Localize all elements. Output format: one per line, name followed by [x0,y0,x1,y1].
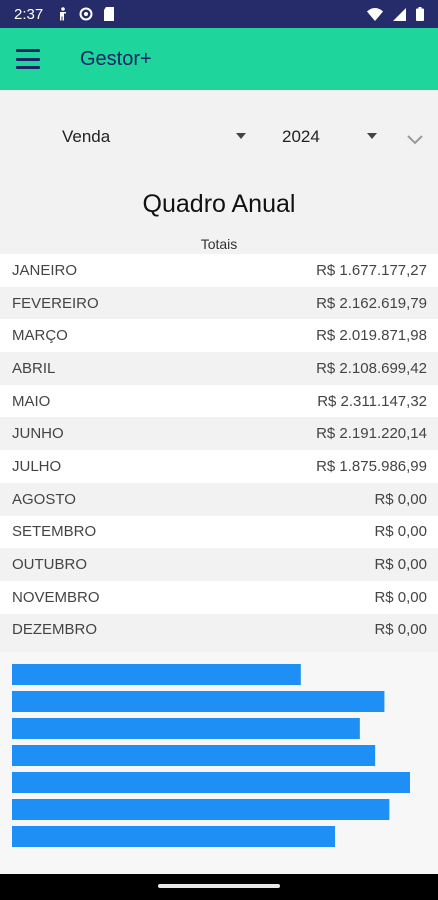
month-total: R$ 2.019.871,98 [316,327,427,345]
page-title: Quadro Anual [142,190,296,218]
chevron-down-icon[interactable] [404,128,426,150]
monthly-bar-chart [0,652,438,874]
month-total: R$ 2.191.220,14 [316,425,427,443]
table-row: NOVEMBRO R$ 0,00 [0,580,438,614]
year-dropdown-value: 2024 [282,127,320,146]
month-name: DEZEMBRO [12,621,98,639]
table-row: JUNHO R$ 2.191.220,14 [0,417,438,451]
month-total: R$ 2.162.619,79 [316,294,427,312]
table-header-totals: Totais [200,236,238,252]
bar-maio [12,772,410,793]
app-bar: Gestor+ [0,28,438,90]
year-dropdown[interactable]: 2024 [282,122,377,152]
month-name: NOVEMBRO [12,588,100,606]
month-total: R$ 0,00 [374,490,427,508]
bar-junho [12,799,390,820]
month-name: JULHO [12,457,62,475]
table-row: AGOSTO R$ 0,00 [0,482,438,516]
signal-icon [393,7,406,21]
month-total: R$ 2.311.147,32 [317,392,427,410]
month-total: R$ 0,00 [374,556,427,574]
monthly-totals-table: JANEIRO R$ 1.677.177,27 FEVEREIRO R$ 2.162.… [0,254,438,647]
table-row: OUTUBRO R$ 0,00 [0,548,438,581]
month-total: R$ 2.108.699,42 [316,359,427,377]
type-dropdown-value: Venda [62,127,111,146]
month-total: R$ 1.677.177,27 [316,261,427,279]
month-name: ABRIL [12,359,56,377]
table-row: ABRIL R$ 2.108.699,42 [0,352,438,385]
bar-chart-svg [12,664,410,847]
accessibility-icon [60,7,67,21]
filters: Venda 2024 [0,110,438,166]
bar-fevereiro [12,691,385,712]
month-name: MAIO [12,392,51,410]
bar-março [12,718,360,739]
month-total: R$ 1.875.986,99 [316,457,427,475]
home-gesture-handle[interactable] [158,884,280,888]
month-name: OUTUBRO [12,556,87,574]
dropdown-caret-icon [367,133,377,139]
month-name: AGOSTO [12,490,76,508]
table-row: DEZEMBRO R$ 0,00 [0,613,438,647]
sync-icon [79,7,93,21]
bar-julho [12,826,336,847]
month-name: SETEMBRO [12,523,97,541]
menu-button[interactable] [6,37,50,81]
month-total: R$ 0,00 [374,588,427,606]
month-total: R$ 0,00 [374,523,427,541]
table-row: MARÇO R$ 2.019.871,98 [0,319,438,353]
status-bar: 2:37 [0,0,438,28]
table-row: JANEIRO R$ 1.677.177,27 [0,254,438,287]
month-name: JUNHO [12,425,64,443]
app-title: Gestor+ [80,47,152,70]
bar-abril [12,745,376,766]
table-row: FEVEREIRO R$ 2.162.619,79 [0,286,438,320]
sd-card-icon [104,7,115,21]
type-dropdown[interactable]: Venda [62,122,246,152]
month-name: FEVEREIRO [12,294,99,312]
wifi-icon [367,7,383,21]
hamburger-icon [16,49,40,69]
month-name: JANEIRO [12,261,78,279]
table-row: JULHO R$ 1.875.986,99 [0,450,438,483]
table-row: SETEMBRO R$ 0,00 [0,515,438,549]
month-total: R$ 0,00 [374,621,427,639]
table-row: MAIO R$ 2.311.147,32 [0,384,438,418]
status-time: 2:37 [14,5,44,23]
system-nav-bar [0,874,438,900]
bar-janeiro [12,664,301,685]
battery-icon [416,7,424,21]
month-name: MARÇO [12,327,68,345]
dropdown-caret-icon [236,133,246,139]
